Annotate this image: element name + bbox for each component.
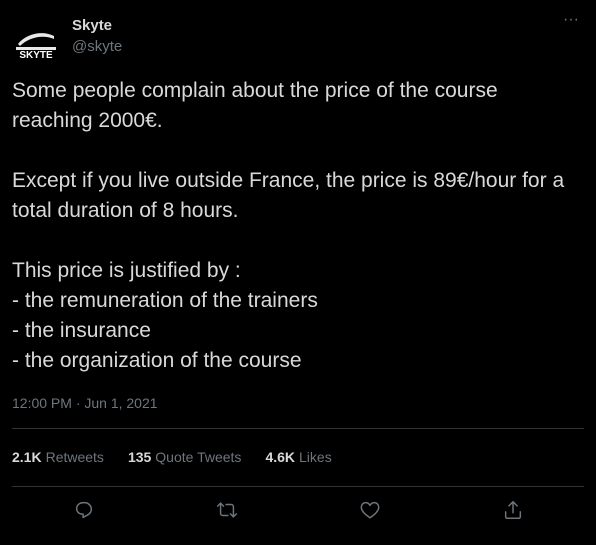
like-button[interactable] (298, 492, 441, 528)
retweets-stat[interactable]: 2.1K Retweets (12, 448, 104, 466)
author-info: Skyte @skyte (72, 16, 122, 57)
action-bar (12, 492, 584, 528)
share-button[interactable] (441, 492, 584, 528)
likes-stat[interactable]: 4.6K Likes (265, 448, 331, 466)
more-dots-icon: ··· (563, 11, 579, 28)
display-name[interactable]: Skyte (72, 16, 122, 36)
tweet-paragraph: This price is justified by : - the remun… (12, 259, 318, 372)
tweet-paragraph: Some people complain about the price of … (12, 79, 504, 132)
timestamp[interactable]: 12:00 PM · Jun 1, 2021 (12, 394, 158, 412)
quote-tweets-label: Quote Tweets (155, 449, 242, 465)
tweet-paragraph: Except if you live outside France, the p… (12, 169, 570, 222)
likes-label: Likes (299, 449, 332, 465)
avatar-logo-text: SKYTE (19, 50, 53, 61)
tweet-text: Some people complain about the price of … (12, 76, 584, 376)
retweet-icon (216, 502, 237, 518)
share-icon (504, 501, 521, 519)
divider (12, 486, 584, 487)
reply-icon (75, 501, 92, 519)
quote-tweets-stat[interactable]: 135 Quote Tweets (128, 448, 242, 466)
tweet-stats: 2.1K Retweets 135 Quote Tweets 4.6K Likes (12, 448, 356, 466)
reply-button[interactable] (12, 492, 155, 528)
avatar[interactable]: SKYTE (12, 16, 60, 64)
divider (12, 428, 584, 429)
avatar-logo-icon: SKYTE (12, 16, 60, 64)
like-icon (360, 501, 379, 519)
retweets-count: 2.1K (12, 449, 42, 465)
quote-tweets-count: 135 (127, 449, 152, 465)
retweet-button[interactable] (155, 492, 298, 528)
retweets-label: Retweets (45, 449, 104, 465)
tweet-card: SKYTE Skyte @skyte ··· Some people compl… (0, 0, 596, 545)
more-options-button[interactable]: ··· (560, 11, 582, 30)
likes-count: 4.6K (265, 449, 296, 465)
handle[interactable]: @skyte (72, 37, 122, 57)
